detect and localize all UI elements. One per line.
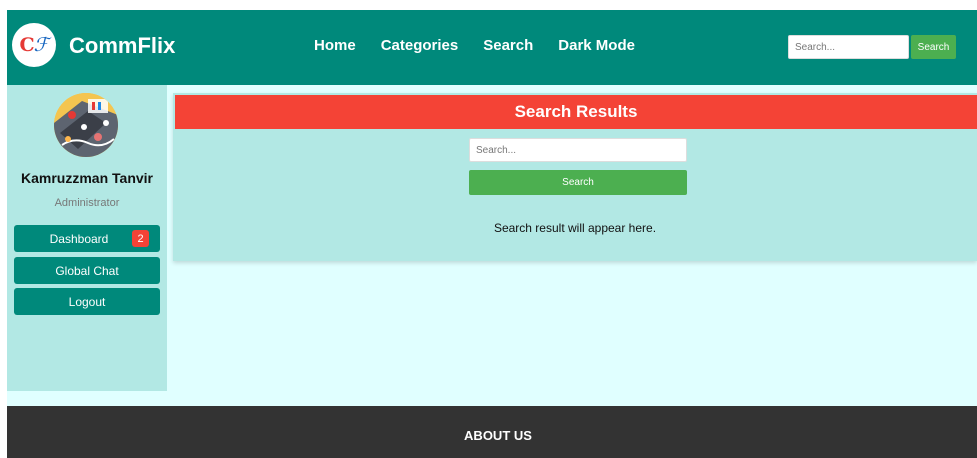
sidebar-item-global-chat[interactable]: Global Chat: [14, 257, 160, 284]
top-navbar: C ℱ CommFlix Home Categories Search Dark…: [7, 10, 977, 85]
sidebar-item-label: Logout: [68, 294, 106, 309]
nav-home[interactable]: Home: [314, 37, 356, 54]
nav-dark-mode[interactable]: Dark Mode: [558, 37, 635, 54]
footer: ABOUT US: [7, 406, 977, 458]
panel-title: Search Results: [175, 95, 977, 129]
header-search-input[interactable]: [788, 35, 909, 59]
nav-categories[interactable]: Categories: [381, 37, 459, 54]
sidebar-item-dashboard[interactable]: Dashboard 2: [14, 225, 160, 252]
brand-name[interactable]: CommFlix: [69, 33, 175, 59]
sidebar-item-label: Global Chat: [55, 263, 119, 278]
notification-badge: 2: [132, 230, 149, 247]
search-button[interactable]: Search: [469, 170, 687, 195]
nav-search[interactable]: Search: [483, 37, 533, 54]
footer-title: ABOUT US: [464, 428, 532, 443]
sidebar-item-logout[interactable]: Logout: [14, 288, 160, 315]
logo-letter-f: ℱ: [33, 34, 49, 56]
logo-icon[interactable]: C ℱ: [12, 23, 56, 67]
user-role: Administrator: [54, 197, 120, 209]
avatar-illustration: [54, 93, 118, 157]
search-result-message: Search result will appear here.: [493, 221, 657, 235]
search-input[interactable]: [469, 138, 687, 162]
header-search-button[interactable]: Search: [911, 35, 956, 59]
sidebar-item-label: Dashboard: [49, 231, 109, 246]
page: C ℱ CommFlix Home Categories Search Dark…: [7, 10, 977, 458]
logo-letter-c: C: [19, 34, 34, 56]
search-results-panel: Search Results Search Search result will…: [173, 93, 977, 261]
avatar: [54, 93, 118, 157]
main-nav: Home Categories Search Dark Mode: [314, 37, 635, 54]
user-name: Kamruzzman Tanvir: [21, 170, 153, 186]
sidebar: Kamruzzman Tanvir Administrator Dashboar…: [7, 85, 167, 391]
